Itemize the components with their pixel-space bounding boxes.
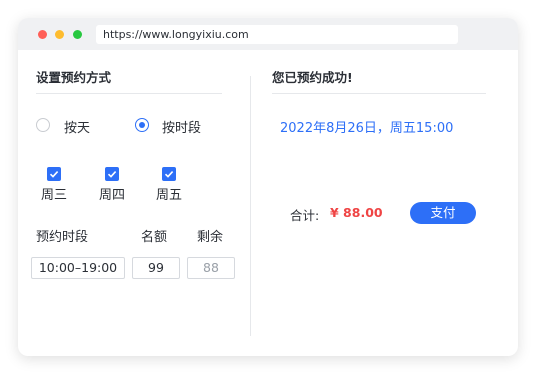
checkmark-icon — [164, 171, 174, 178]
total-amount: ¥ 88.00 — [330, 205, 383, 220]
checkbox-friday[interactable] — [162, 167, 176, 181]
period-column-header: 预约时段 — [36, 230, 89, 245]
minimize-window-icon[interactable] — [55, 30, 64, 39]
remaining-field: 88 — [187, 257, 235, 279]
right-divider — [272, 93, 486, 94]
weekday-wednesday-label: 周三 — [41, 188, 68, 203]
left-panel-title: 设置预约方式 — [36, 70, 112, 85]
maximize-window-icon[interactable] — [73, 30, 82, 39]
close-window-icon[interactable] — [38, 30, 47, 39]
address-bar[interactable]: https://www.longyixiu.com — [96, 25, 458, 44]
checkmark-icon — [107, 171, 117, 178]
browser-window: https://www.longyixiu.com 设置预约方式 按天 按时段 … — [18, 18, 518, 356]
radio-by-period[interactable] — [135, 118, 149, 132]
panel-separator — [250, 76, 251, 336]
title-bar: https://www.longyixiu.com — [18, 18, 518, 50]
right-panel-title: 您已预约成功! — [272, 70, 353, 85]
pay-button[interactable]: 支付 — [410, 202, 476, 224]
weekday-thursday-label: 周四 — [99, 188, 126, 203]
left-divider — [36, 93, 222, 94]
quota-column-header: 名额 — [141, 230, 168, 245]
total-label: 合计: — [290, 208, 320, 223]
appointment-datetime: 2022年8月26日，周五15:00 — [280, 121, 454, 136]
checkmark-icon — [49, 171, 59, 178]
radio-by-period-label: 按时段 — [162, 121, 202, 136]
weekday-friday-label: 周五 — [156, 188, 183, 203]
period-input[interactable]: 10:00–19:00 — [31, 257, 125, 279]
radio-by-day-label: 按天 — [64, 121, 91, 136]
remaining-column-header: 剩余 — [197, 230, 224, 245]
checkbox-thursday[interactable] — [105, 167, 119, 181]
checkbox-wednesday[interactable] — [47, 167, 61, 181]
radio-by-day[interactable] — [36, 118, 50, 132]
quota-input[interactable]: 99 — [132, 257, 180, 279]
